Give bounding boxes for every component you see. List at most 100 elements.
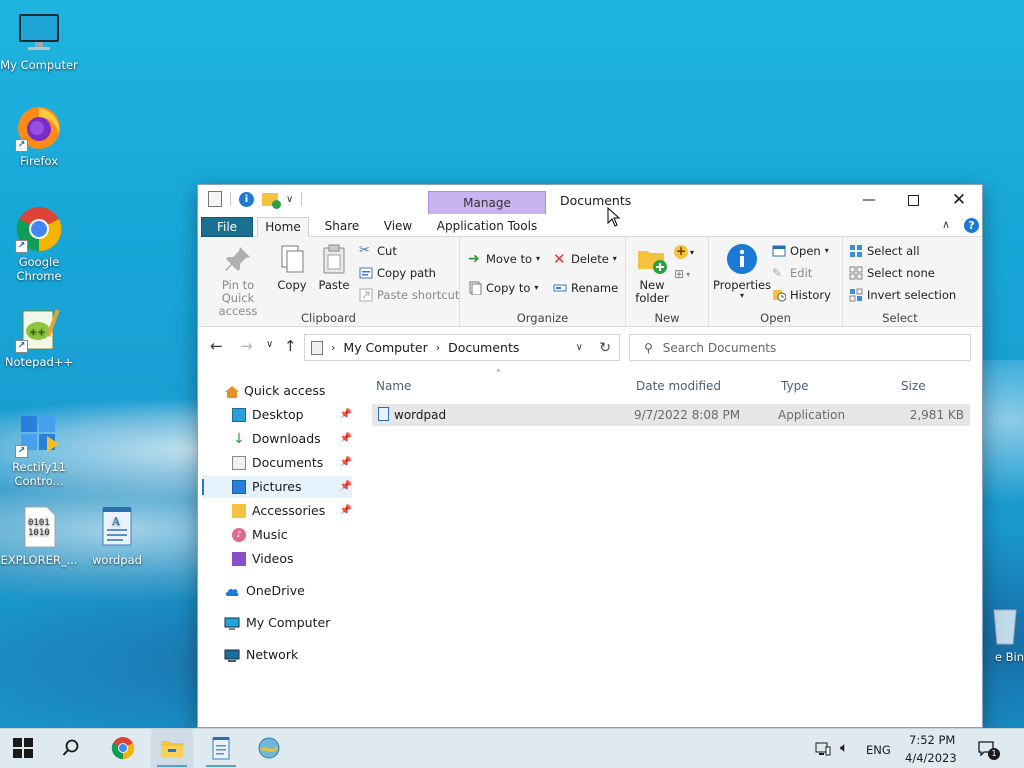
select-all-button[interactable]: Select all	[849, 241, 920, 261]
clock-time[interactable]: 7:52 PM	[909, 733, 955, 747]
start-button[interactable]	[2, 729, 44, 768]
tab-view[interactable]: View	[378, 217, 418, 237]
properties-qa-icon[interactable]: i	[239, 191, 254, 207]
pin-to-quick-access-button[interactable]: Pin to Quick access	[204, 243, 272, 318]
back-arrow-icon[interactable]: ←	[210, 337, 223, 355]
column-header-date-modified[interactable]: Date modified	[636, 379, 721, 393]
invert-selection-icon	[849, 288, 863, 302]
chevron-down-icon: ▾	[739, 291, 744, 300]
collapse-ribbon-icon[interactable]: ∧	[942, 218, 950, 231]
notepad-plus-plus-icon: ++ ↗	[15, 305, 63, 353]
pin-icon[interactable]: 📌	[340, 428, 352, 450]
delete-button[interactable]: ✕ Delete ▾	[553, 249, 617, 269]
wordpad-icon	[212, 736, 230, 763]
history-button[interactable]: History	[772, 285, 831, 305]
nav-accessories[interactable]: Accessories 📌	[232, 500, 352, 522]
shortcut-arrow-icon: ↗	[15, 240, 28, 253]
new-folder-qa-icon[interactable]	[262, 192, 281, 209]
up-arrow-icon[interactable]: ↑	[284, 337, 297, 355]
new-folder-button[interactable]: New folder	[630, 243, 674, 305]
clock-date[interactable]: 4/4/2023	[905, 751, 957, 765]
explorer-app-icon[interactable]	[208, 191, 222, 207]
desktop-icon-my-computer[interactable]: My Computer	[0, 8, 78, 72]
tab-share[interactable]: Share	[322, 217, 362, 237]
search-input[interactable]: ⚲ Search Documents	[629, 334, 971, 361]
taskbar: 🔈︎ ENG 7:52 PM 4/4/2023 1	[0, 728, 1024, 768]
maximize-button[interactable]	[890, 185, 936, 215]
desktop-icon-google-chrome[interactable]: ↗ Google Chrome	[0, 205, 78, 283]
shortcut-arrow-icon: ↗	[15, 340, 28, 353]
paste-shortcut-button[interactable]: Paste shortcut	[359, 285, 459, 305]
close-button[interactable]: ✕	[936, 185, 982, 215]
address-bar[interactable]: › My Computer › Documents ∨ ↻	[304, 334, 620, 361]
nav-desktop[interactable]: Desktop 📌	[232, 404, 352, 426]
address-dropdown-icon[interactable]: ∨	[576, 342, 583, 353]
select-none-button[interactable]: Select none	[849, 263, 935, 283]
recent-locations-chevron-icon[interactable]: ∨	[266, 339, 273, 350]
nav-onedrive[interactable]: OneDrive	[224, 580, 305, 602]
nav-pictures[interactable]: Pictures 📌	[202, 476, 352, 498]
windows-logo-icon	[13, 737, 33, 761]
desktop-icon-notepad-plus-plus[interactable]: ++ ↗ Notepad++	[0, 305, 78, 369]
easy-access-button[interactable]: ⊞ ▾	[674, 267, 690, 281]
copy-button[interactable]: Copy	[274, 243, 310, 292]
column-header-size[interactable]: Size	[901, 379, 926, 393]
ribbon-tabs: File Home Share View Application Tools ∧…	[198, 215, 982, 237]
breadcrumb-documents[interactable]: Documents	[448, 340, 519, 355]
taskbar-app-globe[interactable]	[248, 729, 290, 768]
taskbar-wordpad[interactable]	[200, 729, 242, 768]
pin-icon[interactable]: 📌	[340, 452, 352, 474]
network-status-icon[interactable]	[815, 741, 831, 760]
desktop-icon-explorer-file[interactable]: 0101 1010 EXPLORER_...	[0, 503, 78, 567]
easy-access-icon: ⊞	[674, 267, 685, 281]
wordpad-file-icon	[378, 407, 389, 421]
help-icon[interactable]: ?	[964, 218, 979, 233]
nav-videos[interactable]: Videos	[232, 548, 294, 570]
cut-button[interactable]: ✂ Cut	[359, 241, 397, 261]
desktop-icon-wordpad[interactable]: A wordpad	[78, 503, 156, 567]
nav-my-computer[interactable]: My Computer	[224, 612, 330, 634]
open-button[interactable]: Open ▾	[772, 241, 829, 261]
rename-button[interactable]: Rename	[553, 278, 618, 298]
nav-downloads[interactable]: ↓ Downloads 📌	[232, 428, 352, 450]
move-arrow-icon: ➜	[468, 251, 480, 267]
chevron-down-icon[interactable]: ∨	[286, 194, 293, 205]
column-header-type[interactable]: Type	[781, 379, 809, 393]
copy-to-button[interactable]: Copy to ▾	[468, 278, 538, 298]
tab-manage[interactable]: Manage	[428, 191, 546, 214]
tab-application-tools[interactable]: Application Tools	[436, 217, 538, 237]
copy-path-button[interactable]: Copy path	[359, 263, 436, 283]
new-item-button[interactable]: + ▾	[674, 245, 694, 259]
properties-button[interactable]: Properties ▾	[713, 243, 771, 300]
search-button[interactable]	[50, 729, 92, 768]
column-header-name[interactable]: Name	[376, 379, 411, 393]
tab-file[interactable]: File	[201, 217, 253, 237]
invert-selection-button[interactable]: Invert selection	[849, 285, 956, 305]
file-row[interactable]: wordpad 9/7/2022 8:08 PM Application 2,9…	[372, 404, 970, 426]
desktop-icon-firefox[interactable]: ↗ Firefox	[0, 104, 78, 168]
pin-icon[interactable]: 📌	[340, 404, 352, 426]
nav-network[interactable]: Network	[224, 644, 298, 666]
desktop-icon-rectify11[interactable]: ↗ Rectify11 Contro...	[0, 410, 78, 488]
forward-arrow-icon[interactable]: →	[240, 337, 253, 355]
language-indicator[interactable]: ENG	[866, 743, 891, 757]
open-icon	[772, 244, 786, 258]
minimize-button[interactable]: —	[846, 185, 892, 215]
chevron-down-icon: ▾	[690, 247, 695, 257]
nav-music[interactable]: ♪ Music	[232, 524, 288, 546]
title-bar[interactable]: i ∨ Manage Documents — ✕	[198, 185, 982, 215]
move-to-button[interactable]: ➜ Move to ▾	[468, 249, 540, 269]
tab-home[interactable]: Home	[257, 217, 309, 237]
paste-button[interactable]: Paste	[314, 243, 354, 292]
notifications-button[interactable]: 1	[978, 740, 1000, 761]
nav-documents[interactable]: Documents 📌	[232, 452, 352, 474]
taskbar-chrome[interactable]	[102, 729, 144, 768]
volume-icon[interactable]: 🔈︎	[840, 740, 848, 756]
pin-icon[interactable]: 📌	[340, 476, 352, 498]
nav-quick-access[interactable]: Quick access	[224, 380, 325, 402]
edit-button[interactable]: ✎ Edit	[772, 263, 812, 283]
pin-icon[interactable]: 📌	[340, 500, 352, 522]
breadcrumb-my-computer[interactable]: My Computer	[343, 340, 427, 355]
refresh-icon[interactable]: ↻	[599, 340, 611, 356]
taskbar-file-explorer[interactable]	[151, 729, 193, 768]
